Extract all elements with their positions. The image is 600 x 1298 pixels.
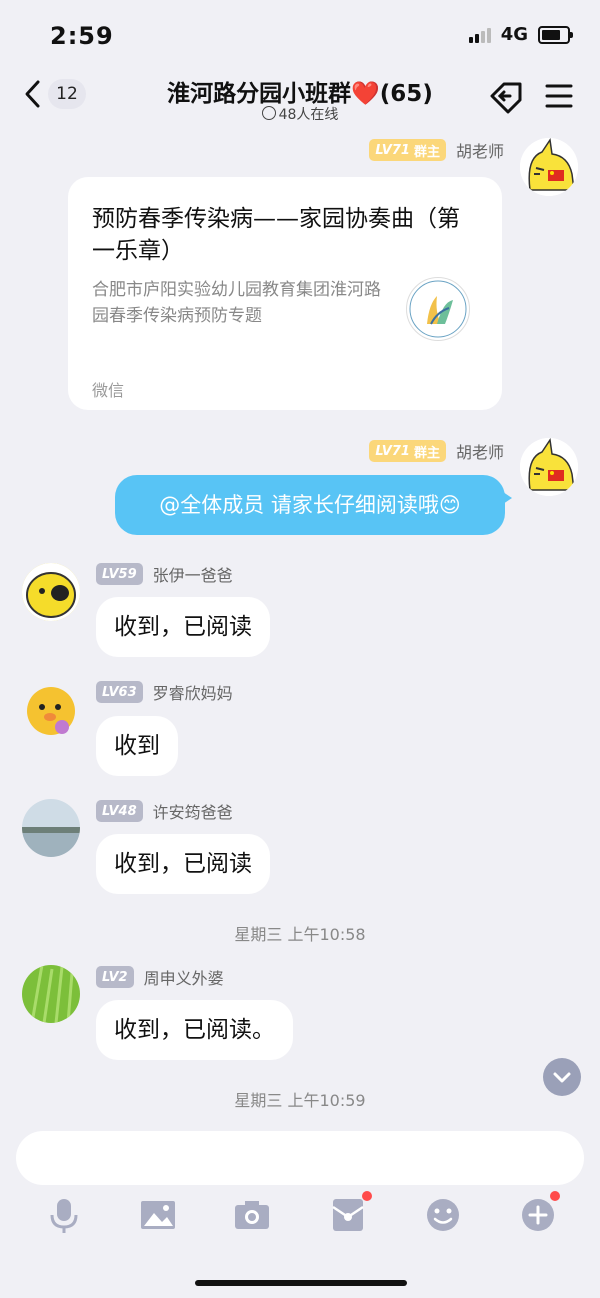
sender-name: 周申义外婆 bbox=[143, 969, 224, 988]
level-badge: LV71 群主 bbox=[369, 440, 446, 462]
emoji-icon[interactable] bbox=[423, 1195, 463, 1235]
sender-name: 许安筠爸爸 bbox=[152, 803, 233, 822]
sender-row: LV71 群主 胡老师 bbox=[369, 138, 504, 162]
avatar-teacher[interactable] bbox=[520, 438, 578, 496]
microphone-icon[interactable] bbox=[44, 1195, 84, 1235]
lake-photo-avatar-icon bbox=[22, 799, 80, 857]
message-bubble-mention[interactable]: @全体成员 请家长仔细阅读哦😊 bbox=[115, 475, 505, 535]
sender-row: LV2 周申义外婆 bbox=[96, 965, 224, 989]
card-source: 微信 bbox=[92, 381, 125, 400]
battery-icon bbox=[538, 25, 573, 44]
pikachu-avatar-icon bbox=[520, 438, 578, 496]
input-toolbar bbox=[0, 1191, 600, 1239]
level-badge: LV63 bbox=[96, 681, 143, 703]
level-text: LV71 bbox=[375, 443, 410, 459]
yellow-face-avatar-icon bbox=[22, 563, 80, 621]
level-badge: LV2 bbox=[96, 966, 134, 988]
red-packet-icon[interactable] bbox=[328, 1195, 368, 1235]
network-label: 4G bbox=[500, 24, 528, 45]
message-bubble[interactable]: 收到，已阅读 bbox=[96, 597, 270, 657]
avatar-xu[interactable] bbox=[22, 799, 80, 857]
online-label: 48人在线 bbox=[278, 107, 339, 123]
sender-name: 胡老师 bbox=[455, 142, 504, 161]
chick-avatar-icon bbox=[22, 681, 80, 739]
image-icon[interactable] bbox=[138, 1195, 178, 1235]
chevron-circle-icon bbox=[261, 106, 276, 120]
message-bubble[interactable]: 收到 bbox=[96, 716, 178, 776]
level-text: LV71 bbox=[375, 142, 410, 158]
sender-row: LV48 许安筠爸爸 bbox=[96, 799, 233, 823]
sender-name: 胡老师 bbox=[455, 443, 504, 462]
pikachu-avatar-icon bbox=[520, 138, 578, 196]
home-indicator[interactable] bbox=[195, 1280, 407, 1286]
sender-row: LV71 群主 胡老师 bbox=[369, 439, 504, 463]
card-title: 预防春季传染病——家园协奏曲（第一乐章） bbox=[92, 206, 460, 264]
shared-article-card[interactable]: 预防春季传染病——家园协奏曲（第一乐章） 合肥市庐阳实验幼儿园教育集团淮河路园春… bbox=[68, 177, 502, 410]
avatar-zhang[interactable] bbox=[22, 563, 80, 621]
role-text: 群主 bbox=[413, 445, 440, 461]
bubble-tail bbox=[500, 490, 512, 506]
notification-dot bbox=[362, 1191, 372, 1201]
school-logo-icon bbox=[406, 277, 470, 341]
level-badge: LV59 bbox=[96, 563, 143, 585]
grass-photo-avatar-icon bbox=[22, 965, 80, 1023]
role-text: 群主 bbox=[413, 144, 440, 160]
plus-icon[interactable] bbox=[518, 1195, 558, 1235]
time-separator: 星期三 上午10:58 bbox=[234, 925, 366, 944]
sender-name: 张伊一爸爸 bbox=[152, 566, 233, 585]
message-input[interactable] bbox=[16, 1131, 584, 1185]
notification-dot bbox=[550, 1191, 560, 1201]
sender-row: LV63 罗睿欣妈妈 bbox=[96, 680, 233, 704]
message-bubble[interactable]: 收到，已阅读。 bbox=[96, 1000, 293, 1060]
avatar-teacher[interactable] bbox=[520, 138, 578, 196]
camera-icon[interactable] bbox=[232, 1195, 272, 1235]
card-description: 合肥市庐阳实验幼儿园教育集团淮河路园春季传染病预防专题 bbox=[92, 280, 381, 326]
avatar-zhou[interactable] bbox=[22, 965, 80, 1023]
status-indicators: 4G bbox=[468, 24, 573, 45]
signal-icon bbox=[468, 27, 491, 43]
avatar-luo[interactable] bbox=[22, 681, 80, 739]
sender-row: LV59 张伊一爸爸 bbox=[96, 562, 233, 586]
level-badge: LV48 bbox=[96, 800, 143, 822]
level-badge: LV71 群主 bbox=[369, 139, 446, 161]
status-time: 2:59 bbox=[50, 22, 114, 50]
message-bubble[interactable]: 收到，已阅读 bbox=[96, 834, 270, 894]
group-app-icon[interactable] bbox=[486, 78, 526, 114]
menu-icon[interactable] bbox=[544, 82, 574, 110]
time-separator: 星期三 上午10:59 bbox=[234, 1091, 366, 1110]
sender-name: 罗睿欣妈妈 bbox=[152, 684, 233, 703]
